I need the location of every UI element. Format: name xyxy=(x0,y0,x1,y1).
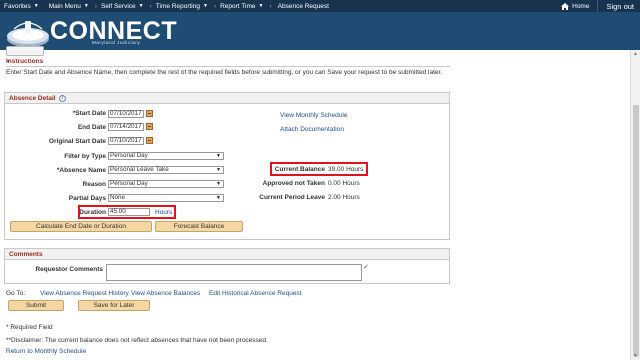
disclaimer-note: **Disclaimer: The current balance does n… xyxy=(6,337,268,344)
absence-name-select[interactable]: Personal Leave Take ▼ xyxy=(108,166,224,174)
chevron-down-icon: ▼ xyxy=(216,167,221,173)
calendar-icon[interactable] xyxy=(146,137,153,144)
required-field-note: * Required Field xyxy=(6,324,53,331)
absence-name-label: *Absence Name xyxy=(56,167,106,174)
comments-header: Comments xyxy=(5,249,449,260)
view-monthly-schedule-link[interactable]: View Monthly Schedule xyxy=(280,112,347,119)
chevron-down-icon: ▼ xyxy=(258,3,264,9)
reason-value: Personal Day xyxy=(110,180,148,187)
duration-field[interactable]: 45.00 xyxy=(108,208,150,216)
current-period-leave-value: 2.00 Hours xyxy=(328,194,360,201)
save-for-later-button[interactable]: Save for Later xyxy=(78,300,150,311)
approved-not-taken-value: 0.00 Hours xyxy=(328,180,360,187)
filter-by-type-label: Filter by Type xyxy=(64,153,106,160)
chevron-down-icon: ▼ xyxy=(216,195,221,201)
absence-name-value: Personal Leave Take xyxy=(110,166,169,173)
instructions-title: Instructions xyxy=(6,58,44,65)
breadcrumb-label: Report Time xyxy=(220,2,256,10)
partial-days-select[interactable]: None ▼ xyxy=(108,194,224,202)
reason-select[interactable]: Personal Day ▼ xyxy=(108,180,224,188)
breadcrumb-absence-request: Absence Request xyxy=(277,2,329,10)
main-content: ▼ Instructions Enter Start Date and Abse… xyxy=(0,46,630,360)
breadcrumb-report-time[interactable]: Report Time ▼ xyxy=(216,3,269,10)
breadcrumb-label: Self Service xyxy=(100,2,136,10)
home-icon xyxy=(561,2,570,10)
spell-check-icon[interactable]: ✓ xyxy=(363,263,369,271)
current-period-leave-label: Current Period Leave xyxy=(259,194,325,201)
absence-detail-title: Absence Detail xyxy=(9,94,56,102)
chevron-down-icon: ▼ xyxy=(33,3,39,9)
current-balance-value: 39.00 Hours xyxy=(328,166,364,173)
scrollbar-thumb[interactable] xyxy=(633,105,639,357)
help-icon[interactable]: ? xyxy=(58,94,66,102)
current-balance-label: Current Balance xyxy=(274,166,325,173)
top-nav-bar: Favorites ▼ Main Menu ▼ › Self Service ▼… xyxy=(0,0,640,12)
original-start-date-field[interactable]: 07/10/2017 xyxy=(108,137,144,145)
home-link[interactable]: Home xyxy=(553,2,597,10)
duration-unit: Hours xyxy=(155,209,173,216)
home-label: Home xyxy=(572,2,590,10)
breadcrumb-time-reporting[interactable]: Time Reporting ▼ xyxy=(152,3,214,10)
end-date-field[interactable]: 07/14/2017 xyxy=(108,123,144,131)
chevron-down-icon: ▼ xyxy=(216,153,221,159)
submit-button[interactable]: Submit xyxy=(8,300,64,311)
favorites-menu[interactable]: Favorites ▼ xyxy=(0,3,45,10)
attach-documentation-link[interactable]: Attach Documentation xyxy=(280,126,344,133)
main-menu[interactable]: Main Menu ▼ xyxy=(45,3,95,10)
connect-logo-icon xyxy=(7,21,49,47)
scroll-up-icon[interactable]: ▲ xyxy=(633,51,638,57)
calendar-icon[interactable] xyxy=(146,110,153,117)
end-date-label: End Date xyxy=(77,124,106,131)
original-start-date-label: Original Start Date xyxy=(48,138,106,145)
view-absence-balances-link[interactable]: View Absence Balances xyxy=(131,290,200,297)
comments-title: Comments xyxy=(9,250,43,258)
breadcrumb-self-service[interactable]: Self Service ▼ xyxy=(97,3,150,10)
sign-out-link[interactable]: Sign out xyxy=(597,0,640,12)
chevron-down-icon: ▼ xyxy=(138,3,144,9)
start-date-field[interactable]: 07/10/2017 xyxy=(108,110,144,118)
return-to-monthly-schedule-link[interactable]: Return to Monthly Schedule xyxy=(6,348,86,355)
calculate-end-date-button[interactable]: Calculate End Date or Duration xyxy=(10,221,152,232)
approved-not-taken-label: Approved not Taken xyxy=(262,180,325,187)
chevron-down-icon: ▼ xyxy=(202,3,208,9)
duration-label: Duration xyxy=(79,209,106,216)
brand-subtitle: Maryland Judiciary xyxy=(92,40,141,45)
absence-detail-section: Absence Detail ? xyxy=(4,92,450,240)
chevron-down-icon: ▼ xyxy=(83,3,89,9)
goto-label: Go To: xyxy=(6,290,26,297)
filter-by-type-value: Personal Day xyxy=(110,152,148,159)
edit-historical-absence-request-link[interactable]: Edit Historical Absence Request xyxy=(209,290,302,297)
site-header: CONNECT Maryland Judiciary xyxy=(0,12,640,50)
instructions-text: Enter Start Date and Absence Name, then … xyxy=(6,69,443,76)
calendar-icon[interactable] xyxy=(146,123,153,130)
collapsed-menu-tab[interactable] xyxy=(6,46,44,56)
favorites-label: Favorites xyxy=(4,2,31,10)
filter-by-type-select[interactable]: Personal Day ▼ xyxy=(108,152,224,160)
breadcrumb-label: Time Reporting xyxy=(155,2,200,10)
reason-label: Reason xyxy=(82,181,106,188)
requestor-comments-textarea[interactable] xyxy=(106,264,362,281)
main-menu-label: Main Menu xyxy=(48,2,81,10)
partial-days-value: None xyxy=(110,194,126,201)
instructions-header[interactable]: ▼ Instructions xyxy=(6,57,450,67)
forecast-balance-button[interactable]: Forecast Balance xyxy=(155,221,243,232)
view-absence-request-history-link[interactable]: View Absence Request History xyxy=(40,290,129,297)
requestor-comments-label: Requestor Comments xyxy=(35,266,103,273)
scroll-down-icon[interactable]: ▼ xyxy=(633,353,638,359)
chevron-down-icon: ▼ xyxy=(216,181,221,187)
partial-days-label: Partial Days xyxy=(68,195,106,202)
vertical-scrollbar[interactable]: ▲ ▼ xyxy=(630,50,640,360)
start-date-label: *Start Date xyxy=(72,110,106,117)
absence-detail-header: Absence Detail ? xyxy=(5,93,449,104)
